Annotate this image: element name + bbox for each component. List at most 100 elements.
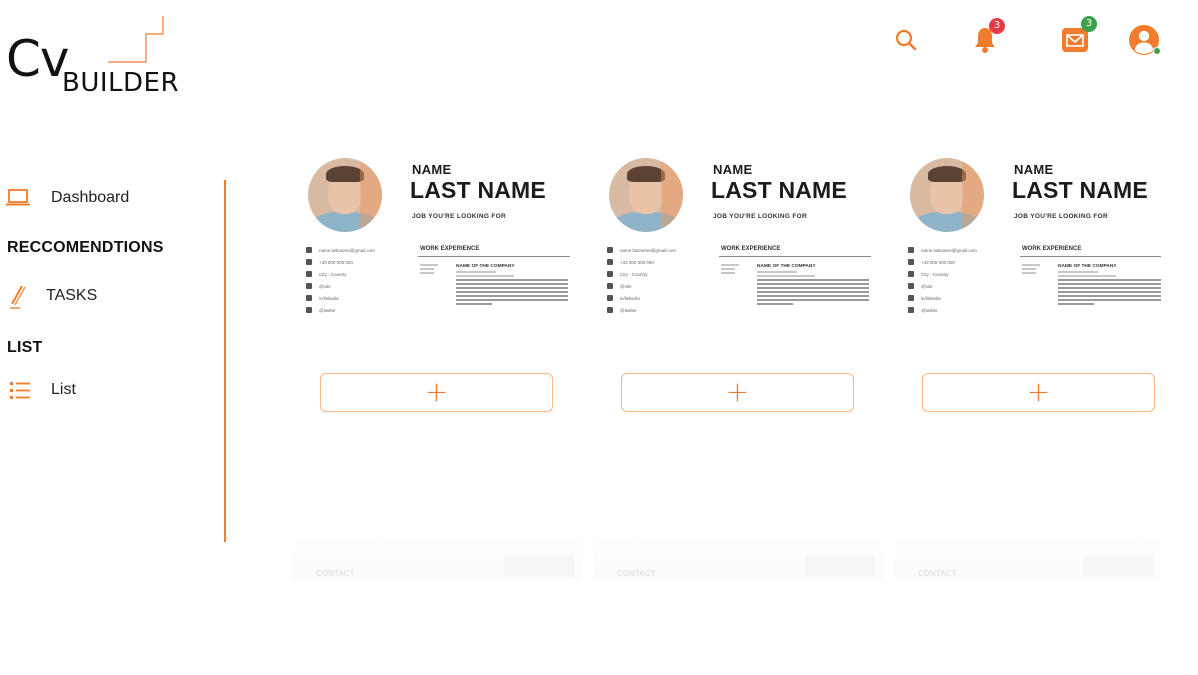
contact-row: in/linkedin — [306, 292, 375, 304]
plus-icon: + — [725, 374, 750, 408]
sidebar-item-list-label: List — [51, 381, 76, 398]
contact-row: in/linkedin — [908, 292, 977, 304]
faded-section-label: CONTACT — [918, 569, 957, 578]
plus-icon: + — [424, 374, 449, 408]
contact-icon — [607, 271, 613, 277]
add-template-button[interactable]: + — [621, 373, 854, 412]
work-details: NAME OF THE COMPANY — [456, 264, 568, 307]
text-line — [456, 303, 492, 305]
cv-template-card[interactable]: NAME LAST NAME JOB YOU'RE LOOKING FOR name.… — [593, 140, 883, 324]
cv-contact-list: name.lastname@gmail.com +33 000 000 000 Ci… — [306, 244, 375, 316]
cv-template-card-faded[interactable]: CONTACT — [894, 535, 1161, 580]
text-line — [456, 299, 568, 301]
work-details: NAME OF THE COMPANY — [1058, 264, 1161, 307]
text-line — [456, 291, 568, 293]
contact-icon — [908, 307, 914, 313]
text-line — [757, 299, 869, 301]
work-details: NAME OF THE COMPANY — [757, 264, 869, 307]
text-line — [757, 295, 869, 297]
contact-row: City - Country — [306, 268, 375, 280]
text-line — [420, 268, 434, 270]
text-line — [1058, 291, 1161, 293]
sidebar-item-tasks-label: TASKS — [46, 287, 98, 304]
text-line — [456, 275, 514, 277]
sidebar-item-dashboard-label: Dashboard — [51, 189, 130, 206]
cv-first-name: NAME — [713, 162, 753, 177]
notifications-button[interactable]: 3 — [969, 18, 1005, 56]
contact-text: name.lastname@gmail.com — [319, 247, 375, 253]
cv-first-name: NAME — [1014, 162, 1054, 177]
contact-row: @site — [306, 280, 375, 292]
contact-icon — [306, 295, 312, 301]
cv-last-name: LAST NAME — [711, 177, 847, 203]
sidebar-item-list[interactable]: List — [4, 377, 76, 403]
contact-row: @site — [607, 280, 676, 292]
section-heading-list: LIST — [7, 339, 43, 356]
contact-row: @twitter — [306, 304, 375, 316]
text-line — [1058, 287, 1161, 289]
contact-text: name.lastname@gmail.com — [620, 247, 676, 253]
cv-last-name: LAST NAME — [1012, 177, 1148, 203]
logo-builder-text: BUILDER — [62, 68, 180, 98]
text-line — [456, 295, 568, 297]
contact-icon — [607, 295, 613, 301]
cv-section-heading: WORK EXPERIENCE — [721, 246, 781, 252]
work-dates — [420, 264, 438, 276]
app-logo[interactable]: Cv BUILDER — [6, 14, 196, 104]
contact-text: City - Country — [319, 271, 347, 277]
text-line — [757, 291, 869, 293]
work-dates — [1022, 264, 1040, 276]
text-line — [1022, 272, 1036, 274]
contact-icon — [306, 259, 312, 265]
faded-section-label: CONTACT — [617, 569, 656, 578]
sidebar-item-dashboard[interactable]: Dashboard — [4, 185, 129, 211]
section-heading-recommendations: RECCOMENDTIONS — [7, 239, 164, 256]
contact-icon — [607, 259, 613, 265]
cv-contact-list: name.lastname@gmail.com +33 000 000 000 Ci… — [607, 244, 676, 316]
text-line — [1058, 275, 1116, 277]
contact-text: City - Country — [921, 271, 949, 277]
profile-button[interactable] — [1128, 24, 1161, 56]
text-line — [721, 272, 735, 274]
contact-text: +33 000 000 000 — [921, 259, 955, 265]
search-button[interactable] — [890, 24, 922, 56]
contact-row: @site — [908, 280, 977, 292]
cv-template-card[interactable]: NAME LAST NAME JOB YOU'RE LOOKING FOR name.… — [894, 140, 1161, 324]
faded-block — [504, 555, 574, 577]
cv-job-title: JOB YOU'RE LOOKING FOR — [1014, 213, 1108, 220]
add-template-button[interactable]: + — [320, 373, 553, 412]
faded-block — [805, 555, 875, 577]
text-line — [757, 271, 797, 273]
cv-template-card-faded[interactable]: CONTACT — [292, 535, 582, 580]
messages-button[interactable]: 3 — [1059, 16, 1097, 56]
sidebar-item-tasks[interactable]: TASKS — [4, 283, 97, 309]
text-line — [1058, 271, 1098, 273]
contact-text: +33 000 000 000 — [319, 259, 353, 265]
text-line — [456, 271, 496, 273]
cv-section-heading: WORK EXPERIENCE — [420, 246, 480, 252]
text-line — [757, 279, 869, 281]
online-status-dot — [1153, 47, 1161, 55]
work-dates — [721, 264, 739, 276]
text-line — [757, 287, 869, 289]
cv-last-name: LAST NAME — [410, 177, 546, 203]
contact-row: @twitter — [607, 304, 676, 316]
logo-cv-text: Cv — [6, 30, 70, 88]
section-divider — [418, 256, 570, 257]
cv-template-card[interactable]: NAME LAST NAME JOB YOU'RE LOOKING FOR name.… — [292, 140, 582, 324]
text-line — [1022, 264, 1040, 266]
contact-row: +33 000 000 000 — [908, 256, 977, 268]
text-line — [1058, 283, 1161, 285]
company-name: NAME OF THE COMPANY — [456, 264, 515, 269]
contact-icon — [908, 283, 914, 289]
text-line — [721, 264, 739, 266]
cv-contact-list: name.lastname@gmail.com +33 000 000 000 Ci… — [908, 244, 977, 316]
contact-text: @twitter — [319, 307, 336, 313]
section-divider — [719, 256, 871, 257]
faded-section-label: CONTACT — [316, 569, 355, 578]
cv-template-card-faded[interactable]: CONTACT — [593, 535, 883, 580]
text-line — [420, 264, 438, 266]
add-template-button[interactable]: + — [922, 373, 1155, 412]
contact-text: in/linkedin — [620, 295, 641, 301]
profile-photo — [308, 158, 382, 232]
